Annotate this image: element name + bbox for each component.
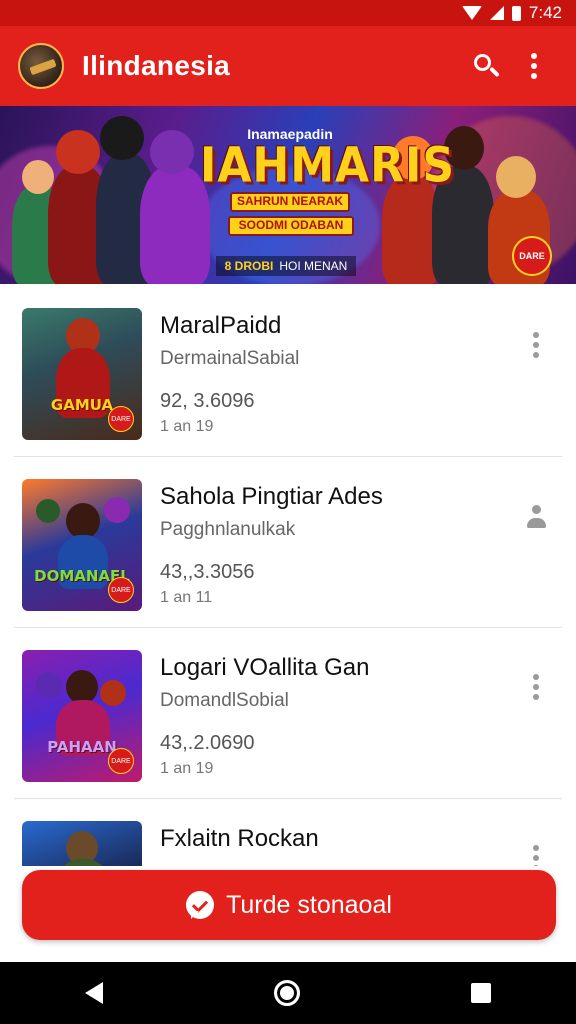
recents-icon[interactable] bbox=[470, 983, 491, 1003]
item-subtitle: DermainalSabial bbox=[160, 348, 300, 369]
banner-badge: DARE bbox=[512, 236, 552, 276]
more-vert-icon bbox=[531, 53, 537, 79]
list-item[interactable]: GAMUA DARE MaralPaidd DermainalSabial 92… bbox=[0, 286, 576, 457]
chat-icon bbox=[186, 891, 215, 919]
overflow-menu-button[interactable] bbox=[510, 42, 558, 90]
battery-icon bbox=[511, 5, 521, 21]
banner-footer: 8 DROBI HOI MENAN bbox=[216, 256, 356, 276]
system-nav-bar bbox=[0, 962, 576, 1024]
more-vert-icon bbox=[533, 674, 539, 714]
status-bar: 7:42 bbox=[0, 0, 576, 26]
home-icon[interactable] bbox=[273, 980, 300, 1006]
game-thumbnail: DOMANAEL DARE bbox=[22, 479, 142, 611]
banner-title: IAHMARIS bbox=[200, 137, 456, 194]
banner-subtitle-2: SOODMI ODABAN bbox=[228, 216, 354, 236]
list-item[interactable]: DOMANAEL DARE Sahola Pingtiar Ades Paggh… bbox=[0, 457, 576, 628]
search-icon bbox=[474, 54, 500, 78]
item-menu-button[interactable] bbox=[524, 332, 548, 372]
banner-subtitle-1: SAHRUN NEARAK bbox=[230, 192, 350, 212]
signal-icon bbox=[489, 6, 504, 20]
status-time: 7:42 bbox=[528, 3, 562, 22]
item-subtitle: DomandlSobial bbox=[160, 690, 289, 711]
thumb-badge: DARE bbox=[108, 406, 134, 432]
game-thumbnail: PAHAAN DARE bbox=[22, 650, 142, 782]
primary-action-button[interactable]: Turde stonaoal bbox=[22, 870, 556, 940]
item-meta: 1 an 11 bbox=[160, 589, 213, 606]
person-icon[interactable] bbox=[526, 503, 546, 533]
thumb-badge: DARE bbox=[108, 748, 134, 774]
item-title: Sahola Pingtiar Ades bbox=[160, 483, 383, 510]
item-menu-button[interactable] bbox=[524, 674, 548, 714]
primary-action-label: Turde stonaoal bbox=[226, 890, 392, 919]
item-subtitle: Pagghnlanulkak bbox=[160, 519, 296, 540]
back-icon[interactable] bbox=[85, 982, 104, 1004]
list-item[interactable]: PAHAAN DARE Logari VOallita Gan DomandlS… bbox=[0, 628, 576, 799]
more-vert-icon bbox=[533, 332, 539, 372]
app-screen: 7:42 Ilindanesia Inamaepadin IAHMARIS SA… bbox=[0, 0, 576, 1024]
item-title: Fxlaitn Rockan bbox=[160, 825, 319, 852]
item-meta: 1 an 19 bbox=[160, 418, 214, 435]
featured-banner[interactable]: Inamaepadin IAHMARIS SAHRUN NEARAK SOODM… bbox=[0, 106, 576, 284]
search-button[interactable] bbox=[462, 42, 510, 90]
banner-footer-right: HOI MENAN bbox=[279, 259, 348, 273]
game-thumbnail: GAMUA DARE bbox=[22, 308, 142, 440]
item-meta: 1 an 19 bbox=[160, 760, 214, 777]
item-count: 92, 3.6096 bbox=[160, 390, 255, 412]
banner-footer-left: 8 DROBI bbox=[224, 259, 274, 273]
avatar[interactable] bbox=[18, 43, 64, 89]
wifi-icon bbox=[461, 6, 482, 20]
item-count: 43,,3.3056 bbox=[160, 561, 255, 583]
item-count: 43,.2.0690 bbox=[160, 732, 255, 754]
app-bar: Ilindanesia bbox=[0, 26, 576, 106]
item-title: Logari VOallita Gan bbox=[160, 654, 370, 681]
thumb-badge: DARE bbox=[108, 577, 134, 603]
item-title: MaralPaidd bbox=[160, 312, 282, 339]
app-title: Ilindanesia bbox=[82, 50, 231, 81]
